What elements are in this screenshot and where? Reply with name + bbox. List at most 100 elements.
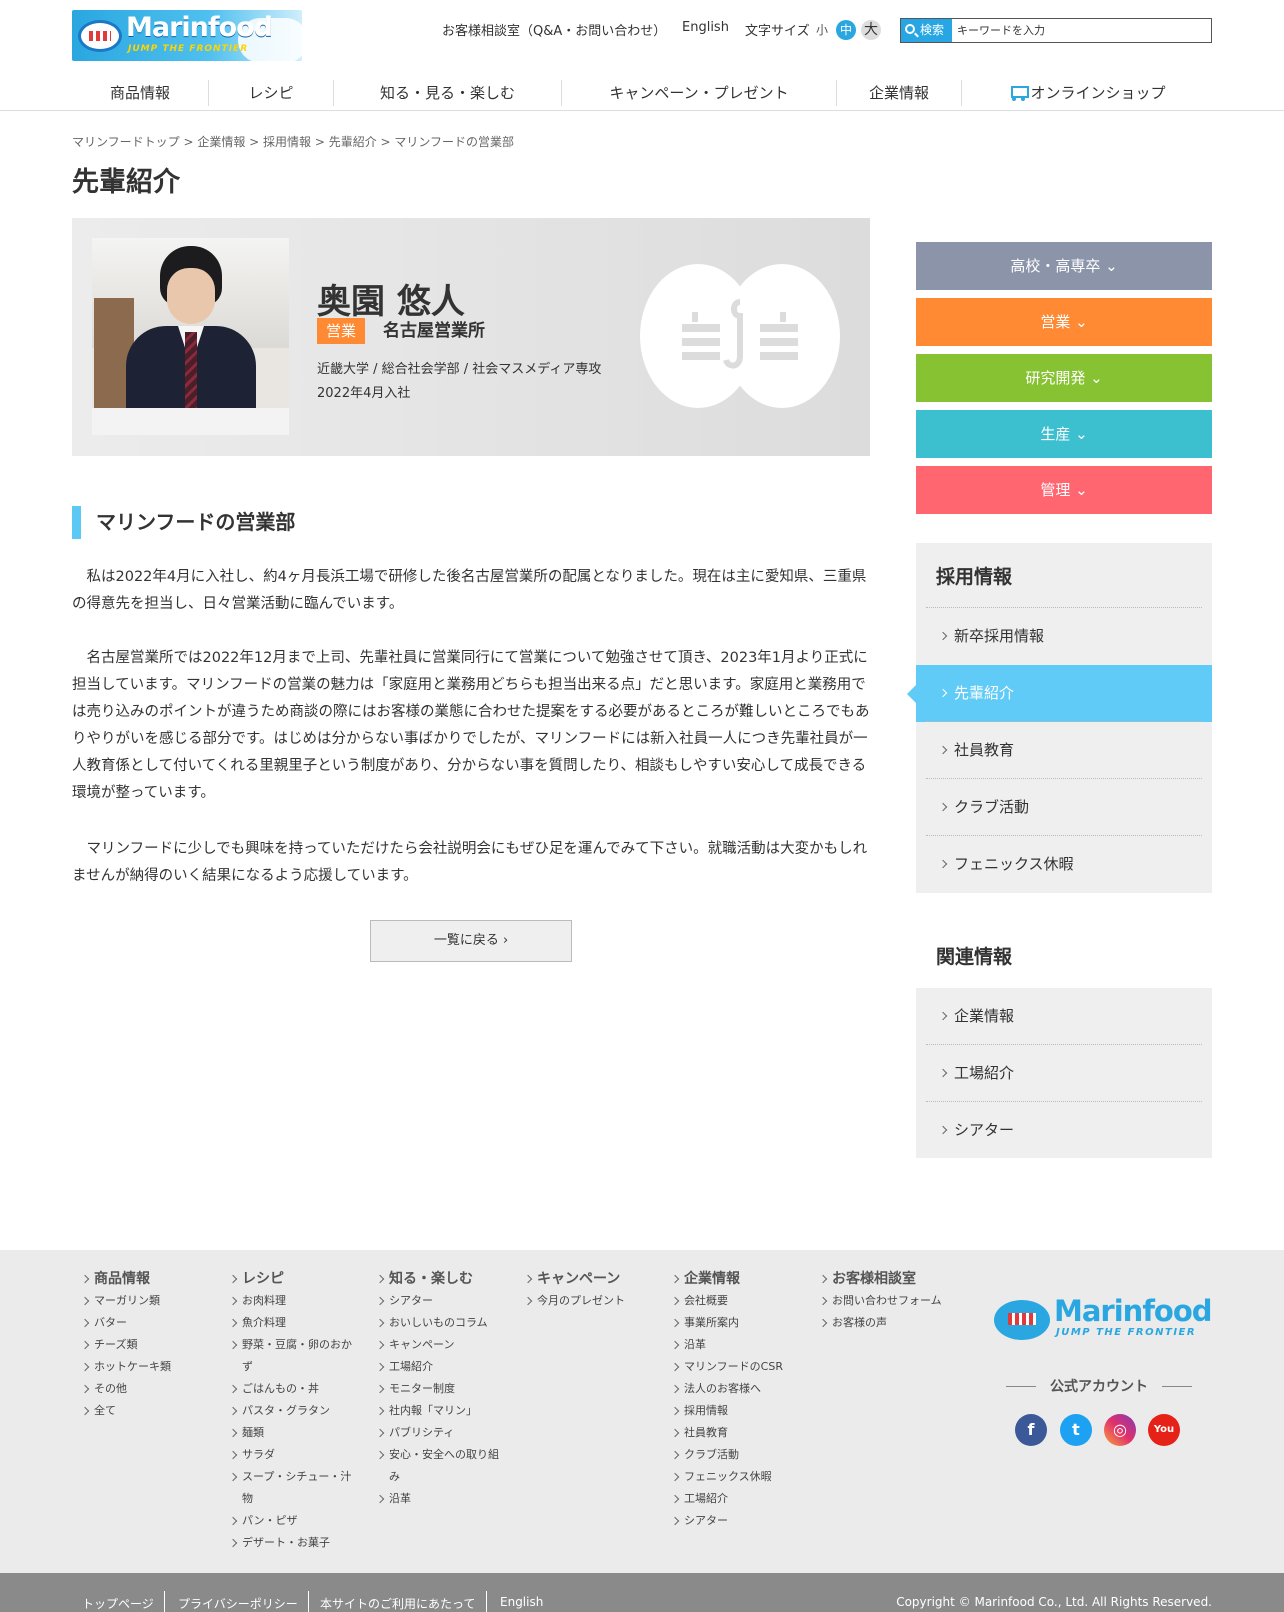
font-size-small-button[interactable]: 小 xyxy=(812,20,832,40)
footer-link[interactable]: モニター制度 xyxy=(377,1378,507,1400)
footer-column-title[interactable]: 商品情報 xyxy=(82,1268,212,1290)
footer-link[interactable]: 採用情報 xyxy=(672,1400,802,1422)
footer-column-title[interactable]: 企業情報 xyxy=(672,1268,802,1290)
footer-link[interactable]: パスタ・グラタン xyxy=(230,1400,360,1422)
footer-column-title[interactable]: 知る・楽しむ xyxy=(377,1268,507,1290)
bottom-link-terms[interactable]: 本サイトのご利用にあたって xyxy=(320,1595,475,1612)
side-item-label: 企業情報 xyxy=(954,1007,1015,1025)
logo-emblem-icon xyxy=(78,20,122,52)
search-input[interactable] xyxy=(953,19,1211,42)
nav-online-shop-label: オンラインショップ xyxy=(1030,84,1166,102)
footer-link[interactable]: 今月のプレゼント xyxy=(525,1290,655,1312)
footer-link[interactable]: その他 xyxy=(82,1378,212,1400)
footer-link[interactable]: 麺類 xyxy=(230,1422,360,1444)
article-paragraph: マリンフードに少しでも興味を持っていただけたら会社説明会にもぜひ足を運んでみて下… xyxy=(72,841,868,884)
youtube-icon[interactable]: You xyxy=(1148,1414,1180,1446)
search-icon xyxy=(905,24,915,34)
footer-link[interactable]: 安心・安全への取り組み xyxy=(377,1444,507,1488)
side-item-new-grad[interactable]: 新卒採用情報 xyxy=(926,607,1202,664)
bottom-link-privacy[interactable]: プライバシーポリシー xyxy=(178,1595,298,1612)
instagram-icon[interactable]: ◎ xyxy=(1104,1414,1136,1446)
side-item-label: フェニックス休暇 xyxy=(954,855,1074,873)
side-item-label: 工場紹介 xyxy=(954,1064,1015,1082)
footer-link[interactable]: シアター xyxy=(377,1290,507,1312)
footer-link[interactable]: マーガリン類 xyxy=(82,1290,212,1312)
font-size-medium-button[interactable]: 中 xyxy=(836,20,856,40)
footer-link[interactable]: キャンペーン xyxy=(377,1334,507,1356)
chevron-right-icon xyxy=(938,802,948,812)
side-item-factory[interactable]: 工場紹介 xyxy=(926,1044,1202,1101)
footer-link[interactable]: フェニックス休暇 xyxy=(672,1466,802,1488)
category-production-button[interactable]: 生産 ⌄ xyxy=(916,410,1212,458)
footer-link[interactable]: おいしいものコラム xyxy=(377,1312,507,1334)
chevron-right-icon xyxy=(938,631,948,641)
footer-link[interactable]: マリンフードのCSR xyxy=(672,1356,802,1378)
nav-products[interactable]: 商品情報 xyxy=(72,78,208,108)
footer-logo-tagline: JUMP THE FRONTIER xyxy=(1056,1327,1197,1338)
bottom-link-top[interactable]: トップページ xyxy=(82,1595,154,1612)
footer-link[interactable]: スープ・シチュー・汁物 xyxy=(230,1466,360,1510)
footer-link[interactable]: 工場紹介 xyxy=(672,1488,802,1510)
back-to-list-button[interactable]: 一覧に戻る › xyxy=(370,920,572,962)
category-sales-button[interactable]: 営業 ⌄ xyxy=(916,298,1212,346)
footer-link[interactable]: 魚介料理 xyxy=(230,1312,360,1334)
bottom-link-divider xyxy=(308,1591,309,1612)
side-item-theater[interactable]: シアター xyxy=(926,1101,1202,1158)
footer-link[interactable]: バター xyxy=(82,1312,212,1334)
footer-link[interactable]: デザート・お菓子 xyxy=(230,1532,360,1554)
category-rnd-button[interactable]: 研究開発 ⌄ xyxy=(916,354,1212,402)
footer-link[interactable]: お問い合わせフォーム xyxy=(820,1290,970,1312)
footer-link[interactable]: ごはんもの・丼 xyxy=(230,1378,360,1400)
footer-link[interactable]: シアター xyxy=(672,1510,802,1532)
footer-link[interactable]: パブリシティ xyxy=(377,1422,507,1444)
nav-online-shop[interactable]: オンラインショップ xyxy=(962,78,1212,108)
footer-link[interactable]: サラダ xyxy=(230,1444,360,1466)
logo-tagline: JUMP THE FRONTIER xyxy=(128,44,249,54)
nav-company[interactable]: 企業情報 xyxy=(837,78,961,108)
footer-link[interactable]: 社員教育 xyxy=(672,1422,802,1444)
category-high-school-button[interactable]: 高校・高専卒 ⌄ xyxy=(916,242,1212,290)
facebook-icon[interactable]: f xyxy=(1015,1414,1047,1446)
english-link[interactable]: English xyxy=(682,20,729,35)
footer-column-company: 企業情報 会社概要 事業所案内 沿革 マリンフードのCSR 法人のお客様へ 採用… xyxy=(672,1268,802,1532)
font-size-label: 文字サイズ xyxy=(745,24,810,39)
footer-link[interactable]: パン・ピザ xyxy=(230,1510,360,1532)
bottom-link-english[interactable]: English xyxy=(500,1595,543,1609)
nav-campaign[interactable]: キャンペーン・プレゼント xyxy=(562,78,836,108)
footer-column-title[interactable]: お客様相談室 xyxy=(820,1268,970,1290)
footer-link[interactable]: 社内報「マリン」 xyxy=(377,1400,507,1422)
category-admin-button[interactable]: 管理 ⌄ xyxy=(916,466,1212,514)
consult-link[interactable]: お客様相談室（Q&A・お問い合わせ） xyxy=(442,20,666,39)
nav-recipes[interactable]: レシピ xyxy=(209,78,333,108)
twitter-icon[interactable]: t xyxy=(1060,1414,1092,1446)
side-item-label: 新卒採用情報 xyxy=(954,627,1045,645)
side-item-phoenix-leave[interactable]: フェニックス休暇 xyxy=(926,835,1202,892)
footer-link[interactable]: 全て xyxy=(82,1400,212,1422)
search-button[interactable]: 検索 xyxy=(901,19,952,42)
footer-link[interactable]: 沿革 xyxy=(377,1488,507,1510)
employee-join-date: 2022年4月入社 xyxy=(317,386,411,401)
site-logo[interactable]: Marinfood JUMP THE FRONTIER xyxy=(72,10,302,61)
side-item-training[interactable]: 社員教育 xyxy=(926,721,1202,778)
footer-link[interactable]: ホットケーキ類 xyxy=(82,1356,212,1378)
side-item-clubs[interactable]: クラブ活動 xyxy=(926,778,1202,835)
footer-column-title[interactable]: レシピ xyxy=(230,1268,360,1290)
font-size-large-button[interactable]: 大 xyxy=(861,20,881,40)
footer-link[interactable]: お客様の声 xyxy=(820,1312,970,1334)
nav-enjoy[interactable]: 知る・見る・楽しむ xyxy=(334,78,561,108)
side-item-company[interactable]: 企業情報 xyxy=(926,988,1202,1045)
side-item-label: クラブ活動 xyxy=(954,798,1030,816)
footer-link[interactable]: チーズ類 xyxy=(82,1334,212,1356)
footer-link[interactable]: お肉料理 xyxy=(230,1290,360,1312)
footer-link[interactable]: 野菜・豆腐・卵のおかず xyxy=(230,1334,360,1378)
footer-link[interactable]: 会社概要 xyxy=(672,1290,802,1312)
footer-link[interactable]: 事業所案内 xyxy=(672,1312,802,1334)
breadcrumb[interactable]: マリンフードトップ > 企業情報 > 採用情報 > 先輩紹介 > マリンフードの… xyxy=(72,133,514,150)
footer-logo[interactable]: Marinfood JUMP THE FRONTIER xyxy=(994,1294,1213,1342)
footer-link[interactable]: 法人のお客様へ xyxy=(672,1378,802,1400)
side-item-seniors[interactable]: 先輩紹介 xyxy=(907,665,1212,722)
footer-link[interactable]: 工場紹介 xyxy=(377,1356,507,1378)
footer-link[interactable]: クラブ活動 xyxy=(672,1444,802,1466)
footer-column-title[interactable]: キャンペーン xyxy=(525,1268,655,1290)
footer-link[interactable]: 沿革 xyxy=(672,1334,802,1356)
